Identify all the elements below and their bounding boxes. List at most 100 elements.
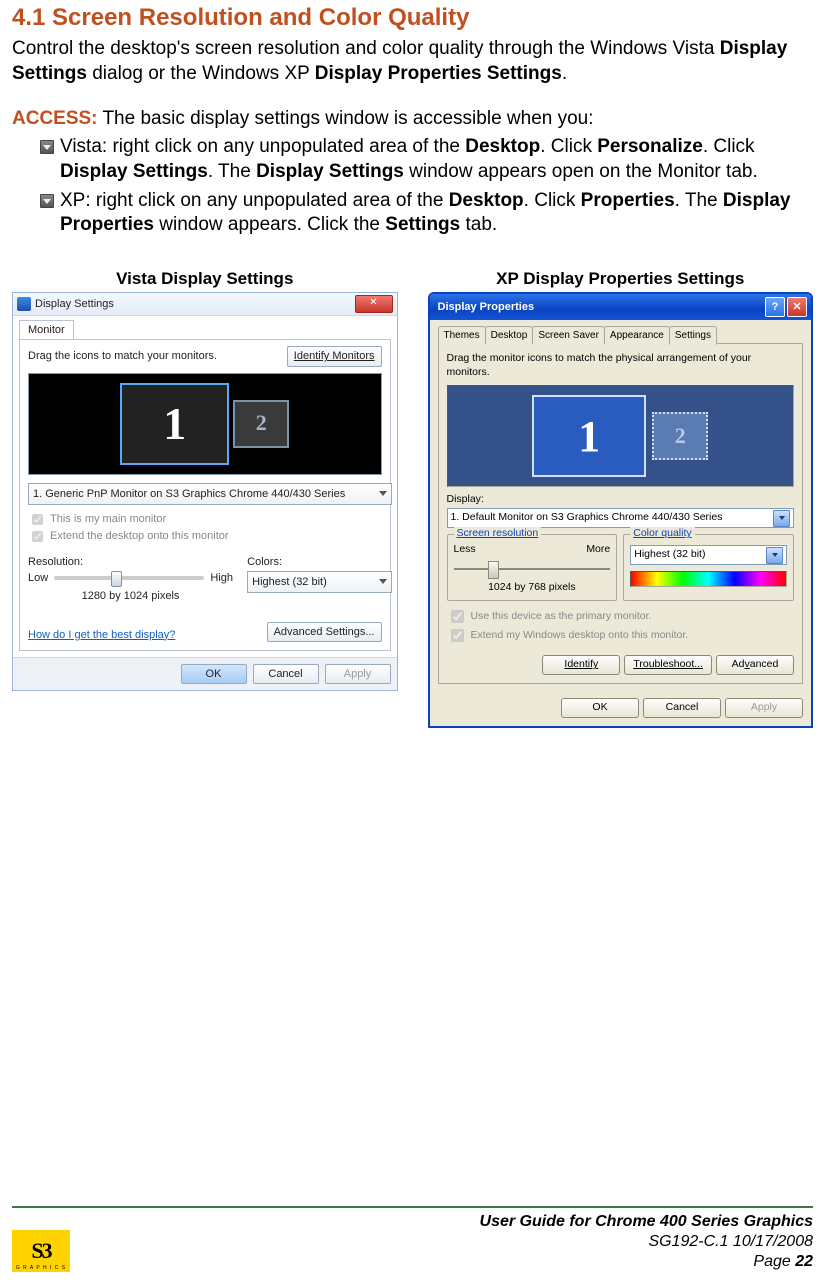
close-button[interactable]: ✕: [787, 297, 807, 317]
vista-button-row: OK Cancel Apply: [13, 657, 397, 690]
xp-panel: Drag the monitor icons to match the phys…: [438, 343, 804, 684]
cancel-button[interactable]: Cancel: [643, 698, 721, 718]
footer-divider: [12, 1206, 813, 1208]
instruction-text: Drag the icons to match your monitors.: [28, 349, 217, 363]
bold-text: Personalize: [597, 136, 703, 157]
identify-button[interactable]: Identify: [542, 655, 620, 675]
monitor-1-icon[interactable]: 1: [532, 395, 646, 477]
advanced-settings-button[interactable]: Advanced Settings...: [267, 622, 382, 642]
bullet-list: Vista: right click on any unpopulated ar…: [12, 135, 813, 238]
apply-button: Apply: [725, 698, 803, 718]
vista-caption: Vista Display Settings: [12, 268, 398, 290]
tab-themes[interactable]: Themes: [438, 326, 486, 344]
chevron-down-icon: [766, 547, 783, 564]
footer-doc-id: SG192-C.1 10/17/2008: [480, 1232, 813, 1252]
vista-window: Display Settings ✕ Monitor Drag the icon…: [12, 292, 398, 691]
tab-appearance[interactable]: Appearance: [604, 326, 670, 344]
list-item: XP: right click on any unpopulated area …: [12, 189, 813, 238]
logo-text: S3: [31, 1237, 50, 1266]
text: . Click: [524, 190, 581, 211]
group-title: Screen resolution: [454, 527, 542, 541]
access-line: ACCESS: The basic display settings windo…: [12, 107, 813, 132]
footer-text: User Guide for Chrome 400 Series Graphic…: [480, 1212, 813, 1272]
checkbox-input: [451, 610, 464, 623]
display-label: Display:: [447, 493, 795, 507]
color-quality-dropdown[interactable]: Highest (32 bit): [630, 545, 787, 565]
tab-monitor[interactable]: Monitor: [19, 320, 74, 339]
resolution-value: 1024 by 768 pixels: [454, 581, 611, 595]
ok-button[interactable]: OK: [181, 664, 247, 684]
xp-column: XP Display Properties Settings Display P…: [428, 268, 814, 728]
slider-less-label: Less: [454, 543, 476, 557]
ok-button[interactable]: OK: [561, 698, 639, 718]
text: window appears. Click the: [154, 214, 385, 235]
resolution-slider[interactable]: [454, 559, 611, 579]
checkbox-input: [451, 629, 464, 642]
display-dropdown[interactable]: 1. Default Monitor on S3 Graphics Chrome…: [447, 508, 795, 528]
checkbox-label: Extend the desktop onto this monitor: [50, 529, 229, 543]
window-icon: [17, 297, 31, 311]
dropdown-value: 1. Default Monitor on S3 Graphics Chrome…: [451, 511, 723, 525]
primary-monitor-checkbox: Use this device as the primary monitor.: [447, 607, 795, 626]
extend-desktop-checkbox: Extend the desktop onto this monitor: [28, 528, 382, 545]
extend-desktop-checkbox: Extend my Windows desktop onto this moni…: [447, 626, 795, 645]
resolution-slider[interactable]: [54, 576, 204, 580]
monitor-2-icon[interactable]: 2: [652, 412, 708, 460]
s3-logo: S3 G R A P H I C S: [12, 1230, 70, 1272]
resolution-label: Resolution:: [28, 555, 233, 569]
colors-label: Colors:: [247, 555, 381, 569]
text: Control the desktop's screen resolution …: [12, 38, 720, 59]
text: XP: right click on any unpopulated area …: [60, 190, 449, 211]
instruction-text: Drag the monitor icons to match the phys…: [447, 352, 795, 379]
apply-button: Apply: [325, 664, 391, 684]
window-title: Display Properties: [438, 300, 535, 314]
identify-monitors-button[interactable]: Identify Monitors: [287, 346, 382, 366]
checkbox-input: [32, 531, 43, 542]
page-footer: S3 G R A P H I C S User Guide for Chrome…: [0, 1206, 825, 1272]
troubleshoot-button[interactable]: Troubleshoot...: [624, 655, 712, 675]
slider-high-label: High: [210, 571, 233, 585]
slider-thumb[interactable]: [488, 561, 499, 579]
tab-desktop[interactable]: Desktop: [485, 326, 534, 344]
section-heading: 4.1 Screen Resolution and Color Quality: [12, 0, 813, 33]
vista-titlebar[interactable]: Display Settings ✕: [13, 293, 397, 316]
xp-tabrow: Themes Desktop Screen Saver Appearance S…: [438, 326, 804, 344]
vista-panel: Drag the icons to match your monitors. I…: [19, 339, 391, 650]
vista-tabrow: Monitor: [13, 316, 397, 339]
text: window appears open on the Monitor tab.: [404, 161, 758, 182]
screen-resolution-group: Screen resolution Less More 1024 by 768 …: [447, 534, 618, 601]
xp-window: Display Properties ? ✕ Themes Desktop Sc…: [428, 292, 814, 727]
tab-settings[interactable]: Settings: [669, 326, 717, 345]
chevron-down-icon: [379, 579, 387, 584]
window-title: Display Settings: [35, 297, 114, 311]
xp-button-row: OK Cancel Apply: [430, 692, 812, 726]
monitor-1-icon[interactable]: 1: [120, 383, 229, 465]
cancel-button[interactable]: Cancel: [253, 664, 319, 684]
monitor-2-icon[interactable]: 2: [233, 400, 289, 448]
close-button[interactable]: ✕: [355, 295, 393, 313]
main-monitor-checkbox: This is my main monitor: [28, 511, 382, 528]
dropdown-value: 1. Generic PnP Monitor on S3 Graphics Ch…: [33, 487, 345, 501]
bold-text: Display Settings: [256, 161, 404, 182]
text: .: [562, 63, 567, 84]
footer-page-number: Page 22: [480, 1252, 813, 1272]
colors-dropdown[interactable]: Highest (32 bit): [247, 571, 391, 593]
help-button[interactable]: ?: [765, 297, 785, 317]
color-quality-group: Color quality Highest (32 bit): [623, 534, 794, 601]
advanced-button[interactable]: Advanced: [716, 655, 794, 675]
checkbox-label: This is my main monitor: [50, 512, 166, 526]
xp-body: Themes Desktop Screen Saver Appearance S…: [430, 320, 812, 692]
text: The basic display settings window is acc…: [98, 108, 594, 129]
best-display-link[interactable]: How do I get the best display?: [28, 628, 175, 642]
display-dropdown[interactable]: 1. Generic PnP Monitor on S3 Graphics Ch…: [28, 483, 392, 505]
monitor-arrangement-area[interactable]: 1 2: [447, 385, 795, 487]
xp-titlebar[interactable]: Display Properties ? ✕: [430, 294, 812, 320]
bullet-icon: [40, 140, 54, 154]
intro-paragraph: Control the desktop's screen resolution …: [12, 37, 813, 86]
color-spectrum-icon: [630, 571, 787, 587]
monitor-arrangement-area[interactable]: 1 2: [28, 373, 382, 475]
checkbox-input: [32, 514, 43, 525]
slider-thumb[interactable]: [111, 571, 122, 587]
tab-screen-saver[interactable]: Screen Saver: [532, 326, 605, 344]
xp-caption: XP Display Properties Settings: [428, 268, 814, 290]
